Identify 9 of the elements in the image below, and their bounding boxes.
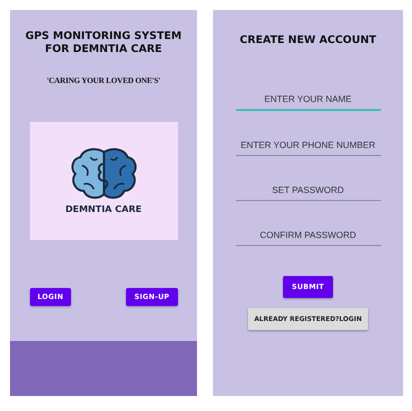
screen-title: CREATE NEW ACCOUNT [240, 34, 376, 46]
input-field[interactable]: SET PASSWORD [236, 181, 380, 201]
app-title: GPS MONITORING SYSTEM FOR DEMNTIA CARE [24, 30, 183, 56]
logo-text: DEMNTIA CARE [65, 205, 142, 215]
brain-drawing [70, 147, 138, 201]
input-field[interactable]: ENTER YOUR NAME [236, 90, 380, 111]
input-field[interactable]: ENTER YOUR PHONE NUMBER [236, 136, 380, 156]
input-field[interactable]: CONFIRM PASSWORD [236, 226, 380, 246]
tagline: 'CARING YOUR LOVED ONE'S' [46, 76, 160, 85]
